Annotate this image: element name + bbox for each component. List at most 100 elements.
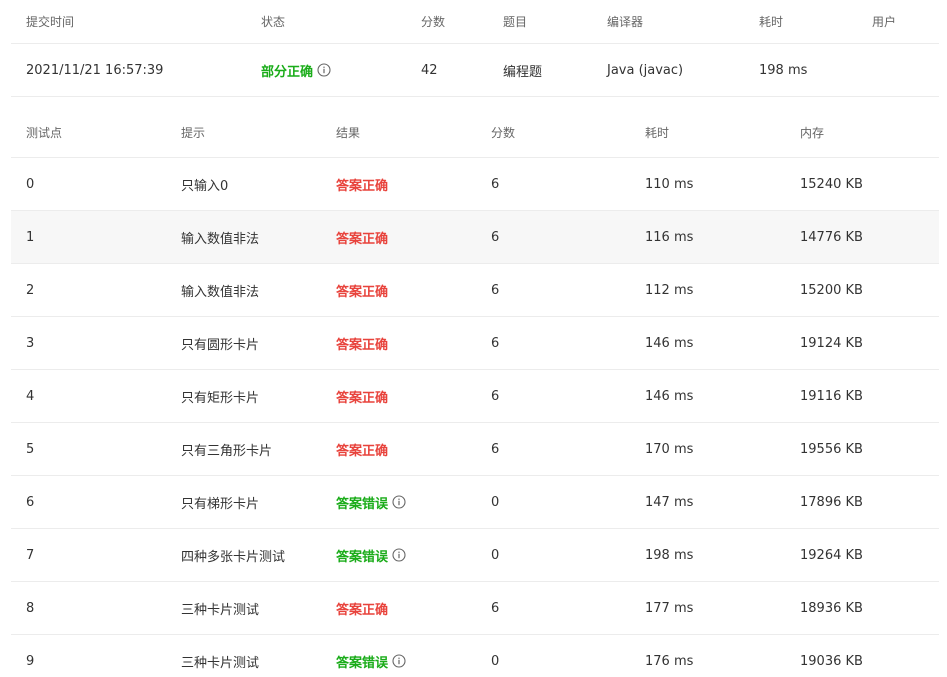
time-value: 198 ms [759,62,808,78]
table-row: 2 输入数值非法 答案正确 6 112 ms 15200 KB [11,264,939,317]
case-id: 2 [26,282,35,298]
case-memory: 18936 KB [800,600,863,616]
header-status: 状态 [261,15,286,29]
case-time: 146 ms [645,388,694,404]
case-result-label[interactable]: 答案错误 [336,652,388,671]
header-score: 分数 [421,15,446,29]
header-case-score: 分数 [491,125,516,140]
header-problem: 题目 [503,15,528,29]
header-time: 耗时 [759,15,784,29]
case-hint: 只有梯形卡片 [181,496,260,512]
case-score: 6 [491,335,500,351]
case-score: 6 [491,441,500,457]
case-hint: 只有三角形卡片 [181,443,273,459]
header-case-id: 测试点 [26,125,63,140]
submit-time-value: 2021/11/21 16:57:39 [26,62,164,78]
case-hint: 只有圆形卡片 [181,337,260,353]
case-hint: 输入数值非法 [181,231,260,247]
submission-detail: 提交时间 状态 分数 题目 编译器 耗时 用户 2021/11/21 16:57… [0,0,947,677]
case-score: 6 [491,176,500,192]
case-result-label: 答案正确 [336,443,389,459]
case-hint: 三种卡片测试 [181,655,260,671]
case-memory: 14776 KB [800,229,863,245]
case-result-label: 答案正确 [336,390,389,406]
case-score: 0 [491,547,500,563]
case-result-label: 答案正确 [336,602,389,618]
case-time: 170 ms [645,441,694,457]
summary-header-row: 提交时间 状态 分数 题目 编译器 耗时 用户 [11,0,939,44]
table-row: 6 只有梯形卡片 答案错误 0 147 ms 17896 KB [11,476,939,529]
case-memory: 19264 KB [800,547,863,563]
case-time: 176 ms [645,653,694,669]
info-icon[interactable] [392,495,406,509]
score-value: 42 [421,62,438,78]
header-result: 结果 [336,125,361,140]
status-cell[interactable]: 部分正确 [261,44,331,96]
status-value[interactable]: 部分正确 [261,61,313,80]
case-score: 6 [491,600,500,616]
case-memory: 19036 KB [800,653,863,669]
table-row: 1 输入数值非法 答案正确 6 116 ms 14776 KB [11,211,939,264]
case-result-label[interactable]: 答案错误 [336,493,388,512]
case-id: 6 [26,494,35,510]
case-id: 8 [26,600,35,616]
compiler-value: Java (javac) [607,62,684,78]
case-hint: 四种多张卡片测试 [181,549,286,565]
case-hint: 三种卡片测试 [181,602,260,618]
info-icon[interactable] [392,654,406,668]
case-result-label: 答案正确 [336,337,389,353]
case-result-label[interactable]: 答案错误 [336,546,388,565]
case-hint: 只输入0 [181,178,229,194]
case-memory: 19556 KB [800,441,863,457]
case-result: 答案错误 [336,529,406,581]
case-memory: 15200 KB [800,282,863,298]
case-score: 0 [491,494,500,510]
case-memory: 19124 KB [800,335,863,351]
case-time: 198 ms [645,547,694,563]
header-case-time: 耗时 [645,125,670,140]
summary-row: 2021/11/21 16:57:39 部分正确 42 编程题 Java (ja… [11,44,939,97]
case-id: 1 [26,229,35,245]
case-score: 6 [491,282,500,298]
submission-summary-table: 提交时间 状态 分数 题目 编译器 耗时 用户 2021/11/21 16:57… [11,0,939,97]
case-id: 4 [26,388,35,404]
case-memory: 19116 KB [800,388,863,404]
case-id: 5 [26,441,35,457]
header-hint: 提示 [181,125,206,140]
header-submit-time: 提交时间 [26,15,75,29]
case-id: 9 [26,653,35,669]
case-result: 答案正确 [336,264,388,316]
info-icon[interactable] [392,548,406,562]
table-row: 0 只输入0 答案正确 6 110 ms 15240 KB [11,158,939,211]
table-row: 8 三种卡片测试 答案正确 6 177 ms 18936 KB [11,582,939,635]
case-time: 116 ms [645,229,694,245]
case-id: 3 [26,335,35,351]
case-result: 答案正确 [336,370,388,422]
case-result-label: 答案正确 [336,231,389,247]
cases-header-row: 测试点 提示 结果 分数 耗时 内存 [11,107,939,158]
header-memory: 内存 [800,125,825,140]
case-result: 答案正确 [336,423,388,475]
case-time: 146 ms [645,335,694,351]
case-result: 答案正确 [336,317,388,369]
table-row: 4 只有矩形卡片 答案正确 6 146 ms 19116 KB [11,370,939,423]
table-row: 9 三种卡片测试 答案错误 0 176 ms 19036 KB [11,635,939,677]
case-time: 112 ms [645,282,694,298]
case-id: 0 [26,176,35,192]
problem-value: 编程题 [503,64,543,80]
info-icon[interactable] [317,63,331,77]
case-hint: 输入数值非法 [181,284,260,300]
header-compiler: 编译器 [607,15,644,29]
table-row: 7 四种多张卡片测试 答案错误 0 198 ms 19264 KB [11,529,939,582]
case-time: 147 ms [645,494,694,510]
cases-body: 0 只输入0 答案正确 6 110 ms 15240 KB 1 输入数值非法 答案正确 6 116 … [11,158,939,677]
case-memory: 15240 KB [800,176,863,192]
case-score: 0 [491,653,500,669]
case-time: 177 ms [645,600,694,616]
table-row: 3 只有圆形卡片 答案正确 6 146 ms 19124 KB [11,317,939,370]
case-hint: 只有矩形卡片 [181,390,260,406]
case-id: 7 [26,547,35,563]
case-result: 答案正确 [336,211,388,263]
case-time: 110 ms [645,176,694,192]
test-cases-table: 测试点 提示 结果 分数 耗时 内存 0 只输入0 答案正确 6 110 ms 15240… [11,107,939,677]
